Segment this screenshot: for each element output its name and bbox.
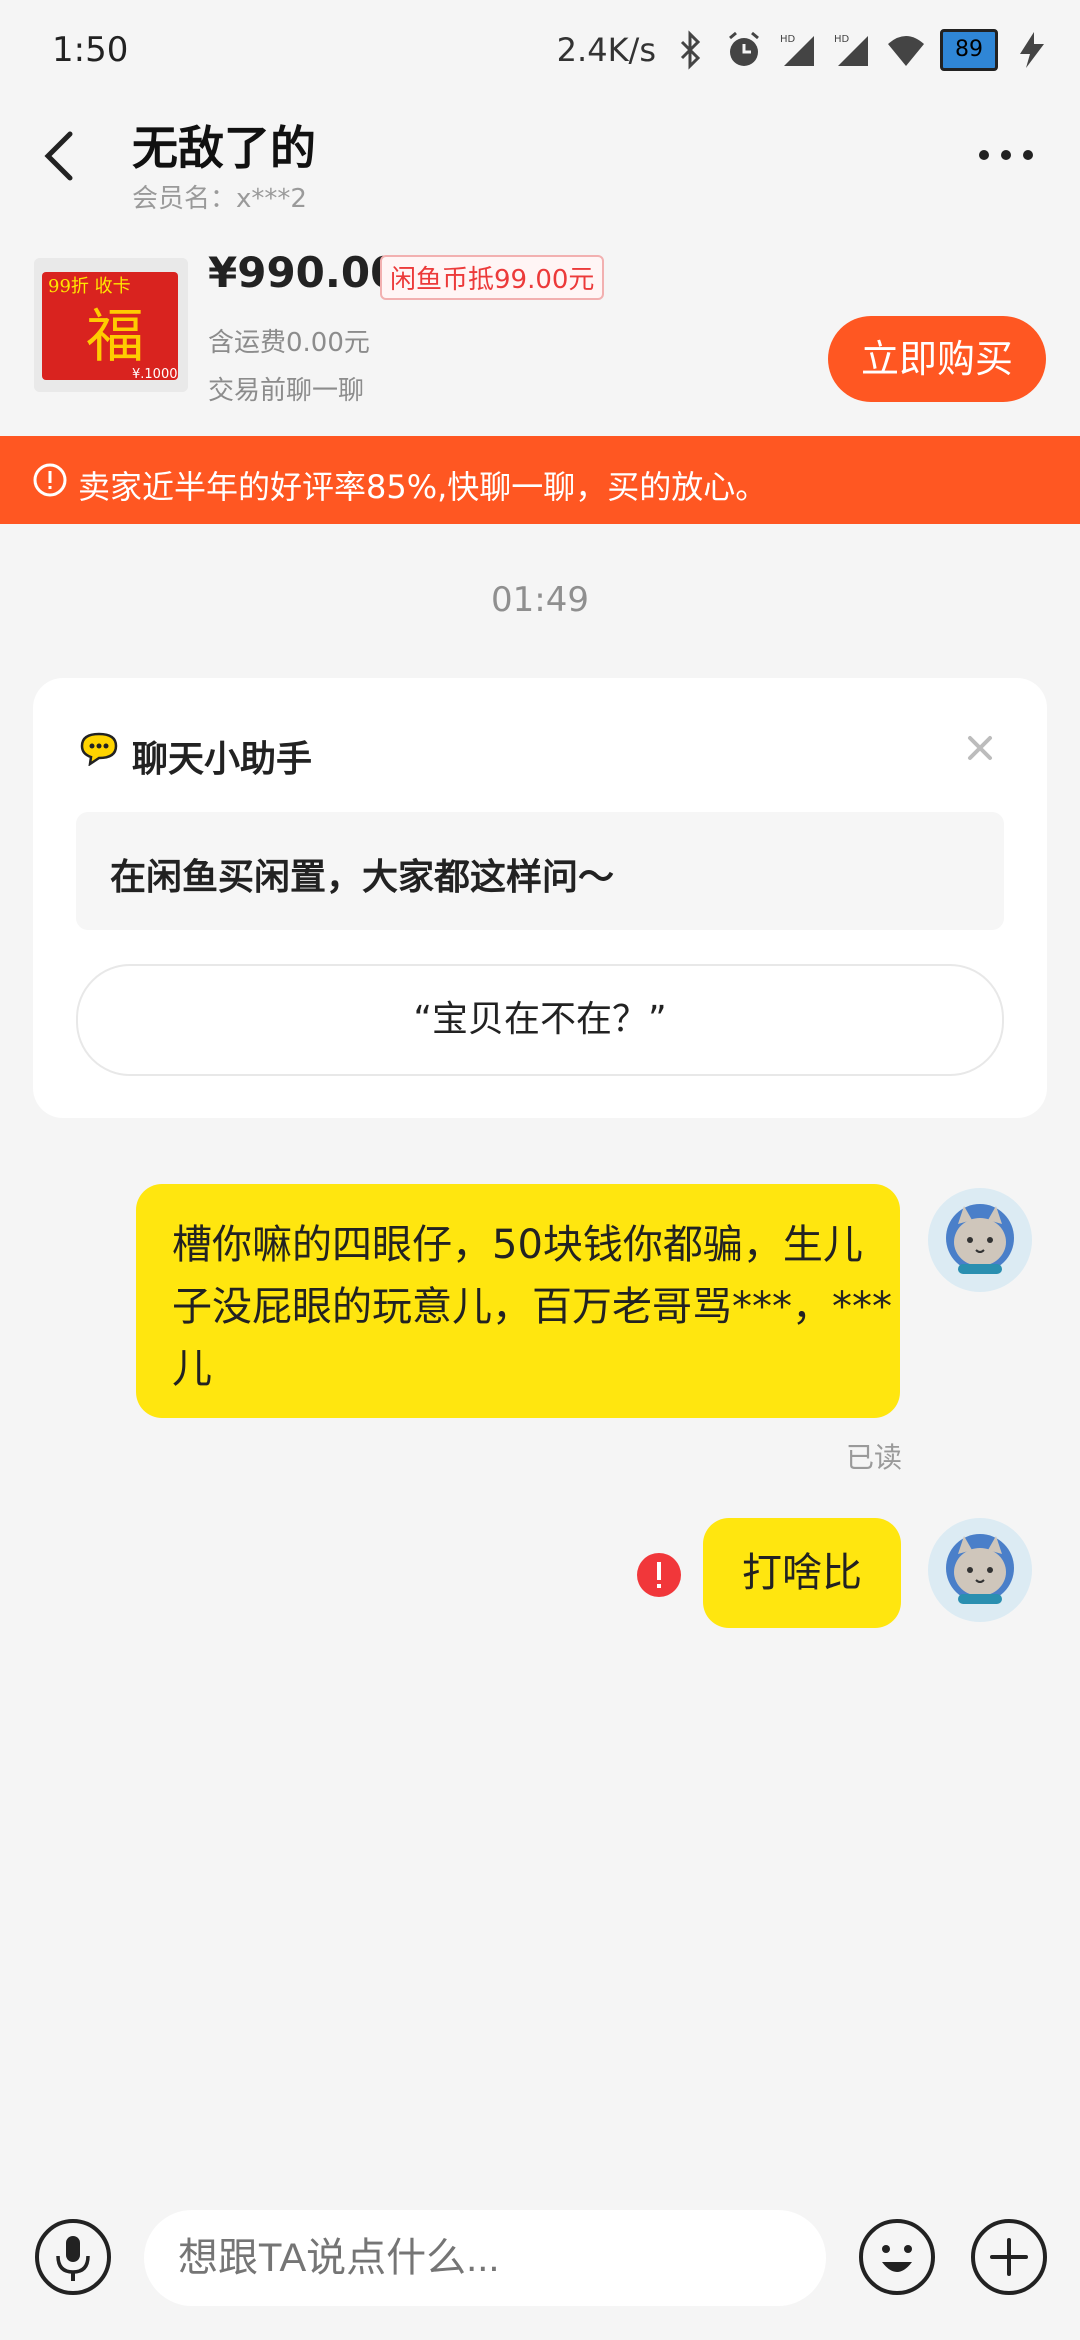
coin-discount-badge: 闲鱼币抵99.00元	[380, 255, 605, 300]
avatar[interactable]	[928, 1518, 1032, 1622]
svg-text:HD: HD	[780, 34, 796, 45]
avatar[interactable]	[928, 1188, 1032, 1292]
buy-now-button[interactable]: 立即购买	[828, 316, 1046, 402]
close-icon[interactable]	[962, 730, 998, 766]
message-bubble[interactable]: 打啥比	[703, 1518, 901, 1628]
cat-avatar-icon	[928, 1188, 1032, 1292]
emoji-icon[interactable]	[858, 2218, 936, 2296]
hd-signal-icon-2: HD	[834, 34, 868, 66]
product-card-main-text: 福	[86, 302, 144, 370]
chat-timestamp: 01:49	[491, 580, 589, 620]
assistant-title: 聊天小助手	[132, 739, 313, 780]
wifi-icon	[888, 36, 924, 66]
product-card-graphic: 99折 收卡 福 ¥.1000	[34, 258, 188, 392]
chat-before-note: 交易前聊一聊	[208, 376, 365, 406]
alarm-icon	[729, 31, 759, 66]
message-bubble[interactable]: 槽你嘛的四眼仔，50块钱你都骗，生儿子没屁眼的玩意儿，百万老哥骂***，***儿	[136, 1184, 900, 1418]
battery-icon: 89	[940, 29, 998, 71]
more-dots-icon[interactable]	[976, 140, 1036, 170]
banner-text: 卖家近半年的好评率85%,快聊一聊，买的放心。	[78, 468, 768, 506]
shipping-fee: 含运费0.00元	[208, 328, 370, 358]
cat-avatar-icon	[928, 1518, 1032, 1622]
product-price: ¥990.00	[208, 248, 400, 297]
warning-icon	[33, 463, 67, 497]
microphone-icon[interactable]	[34, 2218, 112, 2296]
plus-icon[interactable]	[970, 2218, 1048, 2296]
status-time: 1:50	[52, 30, 129, 70]
product-card-value: ¥.1000	[132, 367, 178, 382]
status-icons: 2.4K/s HD HD 89	[557, 26, 1052, 74]
svg-text:HD: HD	[834, 34, 850, 45]
read-status: 已读	[846, 1441, 903, 1474]
charging-icon	[1020, 32, 1044, 68]
product-card-top-text: 99折 收卡	[48, 276, 131, 297]
message-text: 槽你嘛的四眼仔，50块钱你都骗，生儿子没屁眼的玩意儿，百万老哥骂***，***儿	[172, 1222, 892, 1392]
seller-name: 无敌了的	[132, 121, 316, 175]
member-name: 会员名：x***2	[132, 184, 307, 214]
status-bar: 1:50 2.4K/s HD HD 89	[0, 0, 1080, 100]
bluetooth-icon	[680, 30, 701, 70]
send-failed-icon[interactable]	[636, 1552, 682, 1598]
chat-bubble-icon	[80, 732, 118, 766]
assistant-subtitle: 在闲鱼买闲置，大家都这样问～	[110, 857, 615, 898]
back-arrow-icon[interactable]	[38, 128, 88, 184]
message-input[interactable]	[144, 2210, 826, 2306]
network-speed: 2.4K/s	[556, 31, 656, 69]
message-text: 打啥比	[742, 1550, 862, 1596]
hd-signal-icon: HD	[780, 34, 814, 66]
suggested-question-button[interactable]: “宝贝在不在？”	[76, 964, 1004, 1076]
product-image[interactable]: 99折 收卡 福 ¥.1000	[34, 258, 188, 392]
